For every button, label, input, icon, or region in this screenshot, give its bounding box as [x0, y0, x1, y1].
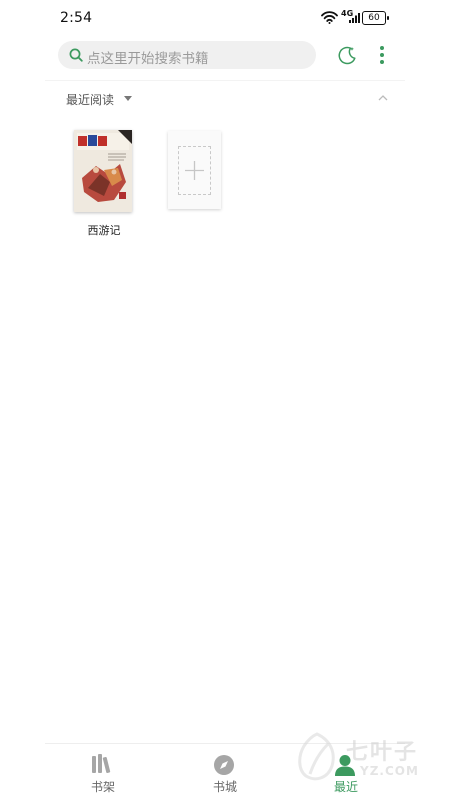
wifi-icon: [321, 11, 338, 24]
book-cover: [74, 130, 132, 212]
status-time: 2:54: [60, 10, 93, 26]
plus-icon: [185, 161, 204, 180]
header-divider: [45, 80, 405, 81]
recent-reading-header[interactable]: 最近阅读: [58, 88, 398, 110]
battery-icon: 60: [362, 11, 386, 25]
add-book-button[interactable]: [168, 131, 221, 209]
compass-icon: [214, 755, 234, 775]
search-placeholder: 点这里开始搜索书籍: [87, 51, 209, 67]
watermark-text: 七叶子: [346, 740, 419, 765]
signal-icon: [349, 13, 360, 23]
more-options-icon[interactable]: [376, 44, 388, 66]
add-book-placeholder: [178, 146, 211, 195]
bookshelf-icon: [92, 754, 111, 774]
nav-bookshelf[interactable]: 书架: [68, 744, 138, 801]
nav-bookstore[interactable]: 书城: [190, 744, 260, 801]
section-title: 最近阅读: [66, 93, 115, 107]
status-icons: 4G 60: [321, 9, 391, 28]
dropdown-arrow-icon[interactable]: [124, 96, 132, 101]
watermark-leaf-icon: [298, 732, 335, 781]
watermark: 七叶子 YZ.COM: [290, 728, 440, 788]
nav-label: 书架: [90, 780, 115, 794]
book-title: 西游记: [87, 224, 121, 237]
battery-cap: [387, 16, 389, 20]
search-input[interactable]: 点这里开始搜索书籍: [58, 41, 316, 69]
night-mode-icon[interactable]: [336, 44, 358, 66]
watermark-url: YZ.COM: [360, 764, 419, 778]
status-bar: 2:54 4G 60: [0, 0, 450, 36]
nav-label: 书城: [212, 780, 237, 794]
search-icon: [69, 48, 83, 62]
chevron-up-icon[interactable]: [378, 94, 388, 102]
